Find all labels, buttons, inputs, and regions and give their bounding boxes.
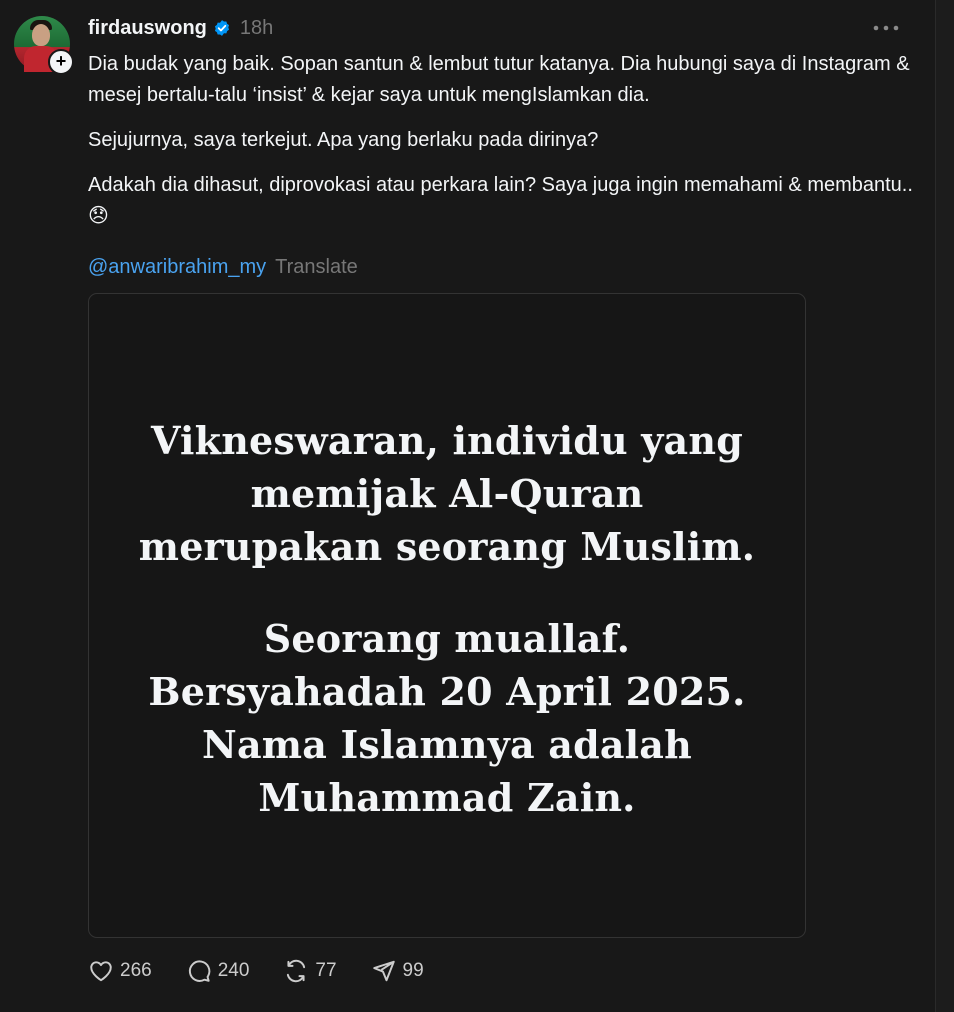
share-button[interactable]: 99 — [371, 958, 424, 984]
repost-icon — [287, 959, 306, 983]
action-bar: 266 240 77 99 — [88, 958, 458, 984]
image-text-line: Nama Islamnya adalah — [202, 722, 692, 767]
image-text-line: memijak Al-Quran — [250, 471, 644, 516]
image-text-block: Vikneswaran, individu yang memijak Al-Qu… — [89, 414, 805, 573]
reply-button[interactable]: 240 — [186, 958, 250, 984]
like-button[interactable]: 266 — [88, 958, 152, 984]
caption-paragraph: Adakah dia dihasut, diprovokasi atau per… — [88, 174, 913, 227]
mention-line: @anwaribrahim_my Translate — [88, 253, 358, 281]
repost-count: 77 — [315, 960, 337, 981]
username[interactable]: firdauswong — [88, 17, 207, 40]
image-text-block: Seorang muallaf. Bersyahadah 20 April 20… — [89, 612, 805, 824]
like-count: 266 — [120, 960, 152, 981]
more-options-icon[interactable] — [871, 20, 901, 36]
caption-paragraph: Dia budak yang baik. Sopan santun & lemb… — [88, 53, 910, 106]
image-text-line: Muhammad Zain. — [258, 775, 636, 820]
translate-link[interactable]: Translate — [275, 256, 358, 278]
share-icon — [372, 960, 395, 982]
scrollbar-track[interactable] — [935, 0, 954, 1012]
image-text-line: Seorang muallaf. — [263, 616, 631, 661]
mention-link[interactable]: @anwaribrahim_my — [88, 256, 266, 278]
image-text-line: Bersyahadah 20 April 2025. — [148, 669, 746, 714]
comment-icon — [188, 960, 211, 982]
heart-icon — [90, 961, 112, 982]
image-text-line: Vikneswaran, individu yang — [151, 418, 743, 463]
image-text-line: merupakan seorang Muslim. — [138, 524, 756, 569]
reply-count: 240 — [217, 960, 250, 981]
post-image[interactable]: Vikneswaran, individu yang memijak Al-Qu… — [88, 293, 806, 938]
avatar-face — [32, 24, 50, 46]
post-caption: Dia budak yang baik. Sopan santun & lemb… — [88, 49, 918, 246]
caption-paragraph: Sejujurnya, saya terkejut. Apa yang berl… — [88, 129, 599, 151]
repost-button[interactable]: 77 — [283, 958, 337, 984]
post-time: 18h — [239, 16, 274, 39]
post-header: firdauswong 18h — [88, 14, 273, 42]
threads-post: + firdauswong 18h Dia budak yang baik. S… — [0, 0, 936, 1012]
follow-plus-icon[interactable]: + — [48, 49, 74, 75]
verified-badge-icon — [214, 20, 229, 36]
share-count: 99 — [402, 960, 424, 981]
